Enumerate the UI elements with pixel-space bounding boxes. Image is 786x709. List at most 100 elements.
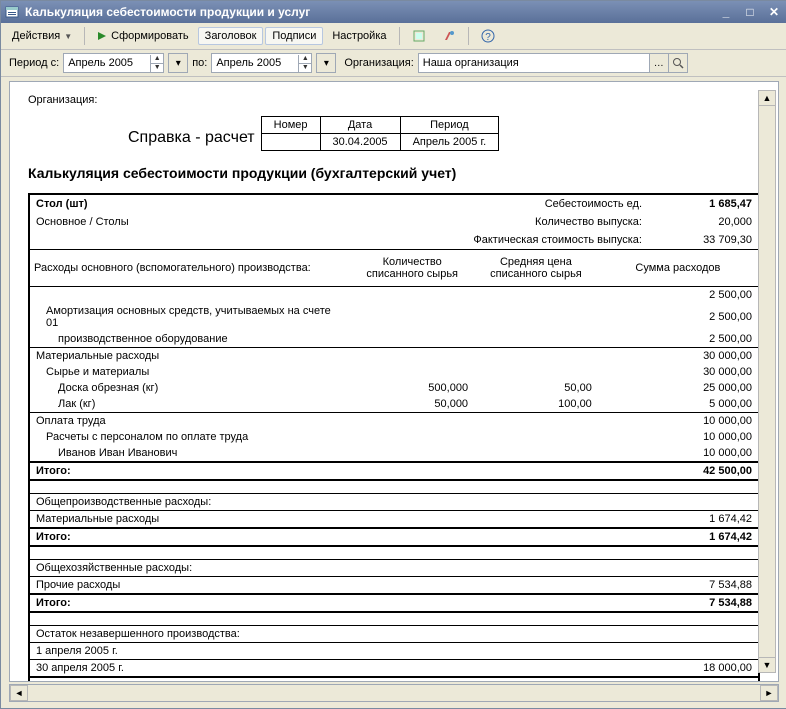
cell-price (474, 413, 598, 430)
product-name: Стол (шт) (36, 198, 88, 210)
cell-price (474, 577, 598, 595)
scroll-track[interactable] (759, 106, 775, 657)
org-search-button[interactable] (668, 54, 687, 72)
report-document: ▲ ▼ Организация: Справка - расчет Номер … (9, 81, 779, 682)
cell-price (474, 494, 598, 511)
period-from-input[interactable] (64, 55, 150, 71)
val-number (261, 134, 320, 151)
maximize-button[interactable]: □ (741, 4, 759, 20)
cell-qty (350, 462, 474, 480)
scroll-left-icon[interactable]: ◄ (10, 685, 28, 701)
cell-qty (350, 364, 474, 380)
app-icon (5, 5, 19, 19)
cell-sum (598, 560, 758, 577)
cell-sum (598, 494, 758, 511)
table-row: Сырье и материалы30 000,00 (30, 364, 758, 380)
tool-icon-1[interactable] (405, 26, 433, 46)
vertical-scrollbar[interactable]: ▲ ▼ (758, 90, 776, 673)
cell-sum: 1 674,42 (598, 528, 758, 546)
period-to-spinner[interactable]: ▲▼ (298, 55, 311, 72)
cell-name: Доска обрезная (кг) (30, 380, 350, 396)
separator (84, 27, 85, 45)
doc-org-label: Организация: (28, 94, 760, 106)
cell-price (474, 677, 598, 682)
table-row: Материальные расходы1 674,42 (30, 511, 758, 529)
cell-name: Оплата труда (30, 413, 350, 430)
cell-sum: 2 500,00 (598, 303, 758, 331)
scroll-down-icon[interactable]: ▼ (759, 657, 775, 672)
minimize-button[interactable]: _ (717, 4, 735, 20)
period-to-field[interactable]: ▲▼ (211, 53, 312, 73)
product-row-1: Стол (шт) Себестоимость ед. 1 685,47 (30, 195, 758, 213)
cell-name (30, 287, 350, 304)
reference-title: Справка - расчет (128, 129, 261, 151)
cell-price (474, 626, 598, 643)
help-button[interactable]: ? (474, 26, 502, 46)
cell-name: Общепроизводственные расходы: (30, 494, 350, 511)
close-button[interactable]: ✕ (765, 4, 783, 20)
period-to-picker[interactable]: ▾ (316, 53, 336, 73)
cell-qty (350, 287, 474, 304)
period-from-field[interactable]: ▲▼ (63, 53, 164, 73)
cell-qty (350, 643, 474, 660)
cell-name: Материальные расходы (30, 348, 350, 365)
cell-qty (350, 494, 474, 511)
generate-button[interactable]: Сформировать (90, 27, 196, 45)
cell-qty (350, 511, 474, 529)
cell-price: 50,00 (474, 380, 598, 396)
cell-qty (350, 577, 474, 595)
cell-price (474, 445, 598, 462)
org-input[interactable] (419, 55, 649, 71)
cell-name: 30 апреля 2005 г. (30, 660, 350, 678)
table-row: Лак (кг)50,000100,005 000,00 (30, 396, 758, 413)
col-qty: Количество списанного сырья (350, 250, 474, 287)
period-from-picker[interactable]: ▾ (168, 53, 188, 73)
play-icon (97, 31, 107, 41)
cell-name: производственное оборудование (30, 331, 350, 348)
qty-value: 20,000 (652, 216, 752, 228)
toolbar: Действия▼ Сформировать Заголовок Подписи… (1, 23, 786, 50)
org-select-button[interactable]: … (649, 54, 668, 72)
cell-qty (350, 626, 474, 643)
cell-price (474, 560, 598, 577)
table-row (30, 612, 758, 626)
signatures-button[interactable]: Подписи (265, 27, 323, 45)
settings-button[interactable]: Настройка (325, 27, 393, 45)
period-to-input[interactable] (212, 55, 298, 71)
cell-price (474, 462, 598, 480)
period-from-spinner[interactable]: ▲▼ (150, 55, 163, 72)
parameters-row: Период с: ▲▼ ▾ по: ▲▼ ▾ Организация: … (1, 50, 786, 77)
cell-price: 100,00 (474, 396, 598, 413)
cell-price (474, 643, 598, 660)
actual-value: 33 709,30 (652, 234, 752, 246)
scroll-up-icon[interactable]: ▲ (759, 91, 775, 106)
titlebar: Калькуляция себестоимости продукции и ус… (1, 1, 786, 23)
cell-sum: 2 500,00 (598, 331, 758, 348)
header-button[interactable]: Заголовок (198, 27, 264, 45)
scroll-right-icon[interactable]: ► (760, 685, 778, 701)
cell-name: Итого: (30, 528, 350, 546)
col-date: Дата (320, 117, 400, 134)
cell-price (474, 594, 598, 612)
table-row (30, 546, 758, 560)
cell-price (474, 429, 598, 445)
cell-qty (350, 677, 474, 682)
reference-header: Справка - расчет Номер Дата Период 30.04… (128, 116, 760, 151)
org-label: Организация: (344, 57, 413, 69)
table-row: Общехозяйственные расходы: (30, 560, 758, 577)
actions-menu[interactable]: Действия▼ (5, 27, 79, 45)
horizontal-scrollbar[interactable]: ◄ ► (9, 684, 779, 702)
separator (468, 27, 469, 45)
cell-qty (350, 594, 474, 612)
period-from-label: Период с: (9, 57, 59, 69)
product-group: Основное / Столы (36, 216, 356, 228)
reference-table: Номер Дата Период 30.04.2005 Апрель 2005… (261, 116, 500, 151)
table-row (30, 480, 758, 494)
val-period: Апрель 2005 г. (400, 134, 499, 151)
cell-price (474, 364, 598, 380)
tool-icon-2[interactable] (435, 26, 463, 46)
cell-qty (350, 331, 474, 348)
table-row: производственное оборудование 2 500,00 (30, 331, 758, 348)
table-header-row: Расходы основного (вспомогательного) про… (30, 250, 758, 287)
org-field[interactable]: … (418, 53, 688, 73)
